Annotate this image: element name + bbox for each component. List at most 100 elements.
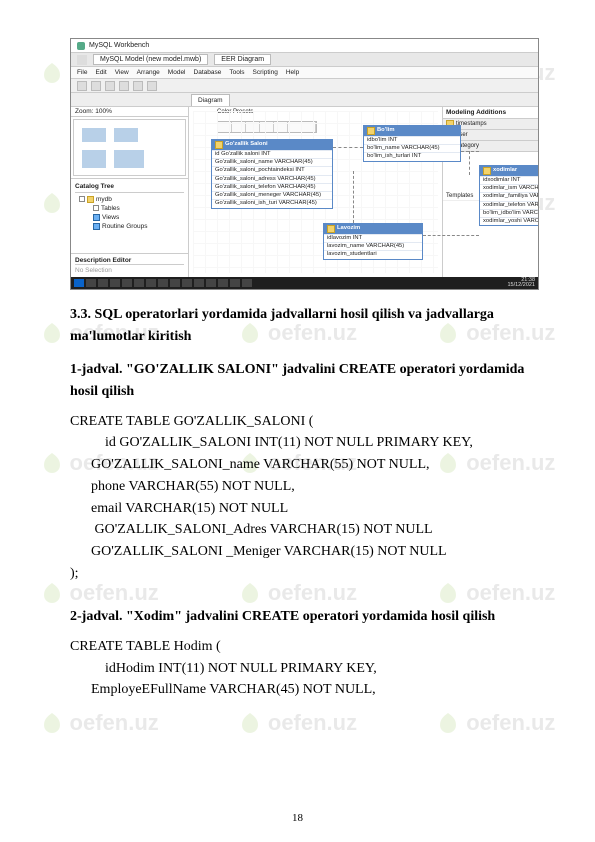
code-line: ); [70, 563, 539, 585]
code-line: GO'ZALLIK_SALONI _Meniger VARCHAR(15) NO… [70, 541, 539, 563]
erd-table-header: Bo'lim [364, 126, 460, 136]
menu-tools[interactable]: Tools [229, 69, 244, 76]
erd-col: Go'zallik_saloni_adress VARCHAR(45) [212, 175, 332, 183]
description-hint: No Selection [75, 265, 184, 274]
menu-bar: File Edit View Arrange Model Database To… [71, 67, 538, 79]
erd-col: lavozim_studentlari [324, 250, 422, 258]
erd-table-header: Go'zallik Saloni [212, 140, 332, 150]
code-line: email VARCHAR(15) NOT NULL [70, 498, 539, 520]
toolbar-button[interactable] [105, 81, 115, 91]
tab-bar: MySQL Model (new model.mwb) EER Diagram [71, 53, 538, 67]
taskbar-item[interactable] [218, 279, 228, 287]
tree-item-routines[interactable]: Routine Groups [75, 222, 184, 231]
erd-table-xodimlar[interactable]: xodimlar idxodimlar INT xodimlar_ism VAR… [479, 165, 539, 226]
erd-col: Go'zallik_saloni_name VARCHAR(45) [212, 158, 332, 166]
code-block-2: CREATE TABLE Hodim ( idHodim INT(11) NOT… [70, 636, 539, 701]
taskbar-item[interactable] [146, 279, 156, 287]
diagram-tab[interactable]: Diagram [191, 94, 230, 106]
designer-tabs: Diagram [71, 93, 538, 107]
code-line: EmployeEFullName VARCHAR(45) NOT NULL, [70, 679, 539, 701]
erd-col: lavozim_name VARCHAR(45) [324, 242, 422, 250]
menu-scripting[interactable]: Scripting [253, 69, 278, 76]
description-header: Description Editor [75, 257, 184, 265]
erd-col: bo'lim_name VARCHAR(45) [364, 144, 460, 152]
window-titlebar: MySQL Workbench [71, 39, 538, 53]
catalog-header: Catalog Tree [75, 182, 184, 193]
menu-help[interactable]: Help [286, 69, 299, 76]
erd-col: xodimlar_ism VARCHAR(45) [480, 184, 539, 192]
eer-tab[interactable]: EER Diagram [214, 54, 271, 65]
menu-view[interactable]: View [115, 69, 129, 76]
code-line: CREATE TABLE GO'ZALLIK_SALONI ( [70, 411, 539, 433]
code-line: CREATE TABLE Hodim ( [70, 636, 539, 658]
app-icon [77, 42, 85, 50]
erd-relationship-line [333, 147, 363, 148]
menu-arrange[interactable]: Arrange [137, 69, 160, 76]
jadval-2-heading: 2-jadval. "Xodim" jadvalini CREATE opera… [70, 606, 539, 628]
erd-col: xodimlar_familiya VARCHAR(45) [480, 192, 539, 200]
taskbar-item[interactable] [110, 279, 120, 287]
tree-item-views[interactable]: Views [75, 213, 184, 222]
code-line: phone VARCHAR(55) NOT NULL, [70, 476, 539, 498]
model-tab[interactable]: MySQL Model (new model.mwb) [93, 54, 208, 65]
erd-table-gozallik[interactable]: Go'zallik Saloni id Go'zallik saloni INT… [211, 139, 333, 209]
erd-col: idlavozim INT [324, 234, 422, 242]
jadval-1-heading: 1-jadval. "GO'ZALLIK SALONI" jadvalini C… [70, 359, 539, 402]
taskbar-item[interactable] [194, 279, 204, 287]
erd-table-lavozim[interactable]: Lavozim idlavozim INT lavozim_name VARCH… [323, 223, 423, 260]
tree-item-tables[interactable]: Tables [75, 204, 184, 213]
code-line: id GO'ZALLIK_SALONI INT(11) NOT NULL PRI… [70, 432, 539, 454]
toolbar-button[interactable] [133, 81, 143, 91]
taskbar-item[interactable] [170, 279, 180, 287]
home-icon[interactable] [77, 55, 87, 65]
right-panel-header: Modeling Additions [443, 107, 538, 119]
taskbar-item[interactable] [158, 279, 168, 287]
zoom-value[interactable]: 100% [95, 108, 112, 115]
toolbar [71, 79, 538, 93]
menu-file[interactable]: File [77, 69, 87, 76]
erd-col: Go'zallik_saloni_ish_turi VARCHAR(45) [212, 199, 332, 207]
taskbar-item[interactable] [134, 279, 144, 287]
tree-item-db[interactable]: mydb [75, 195, 184, 204]
zoom-label: Zoom: [75, 108, 93, 115]
erd-table-bolim[interactable]: Bo'lim idbo'lim INT bo'lim_name VARCHAR(… [363, 125, 461, 162]
code-block-1: CREATE TABLE GO'ZALLIK_SALONI ( id GO'ZA… [70, 411, 539, 585]
taskbar-item[interactable] [230, 279, 240, 287]
erd-col: Go'zallik_saloni_meneger VARCHAR(45) [212, 191, 332, 199]
birds-eye-view[interactable] [71, 117, 188, 179]
mysql-workbench-screenshot: MySQL Workbench MySQL Model (new model.m… [70, 38, 539, 290]
menu-edit[interactable]: Edit [95, 69, 106, 76]
start-button-icon[interactable] [74, 279, 84, 287]
erd-col: Go'zallik_saloni_telefon VARCHAR(45) [212, 183, 332, 191]
menu-database[interactable]: Database [194, 69, 222, 76]
taskbar-item[interactable] [98, 279, 108, 287]
taskbar-clock: 21:38 15/12/2021 [507, 278, 535, 289]
taskbar-item[interactable] [182, 279, 192, 287]
window-title: MySQL Workbench [89, 42, 149, 49]
erd-table-header: xodimlar [480, 166, 539, 176]
erd-col: Go'zallik_saloni_pochtaindeksi INT [212, 166, 332, 174]
section-heading: 3.3. SQL operatorlari yordamida jadvalla… [70, 304, 539, 347]
toolbar-button[interactable] [91, 81, 101, 91]
code-line: GO'ZALLIK_SALONI_Adres VARCHAR(15) NOT N… [70, 519, 539, 541]
taskbar-item[interactable] [86, 279, 96, 287]
catalog-tree: Catalog Tree mydb Tables Views Routine G… [71, 179, 188, 253]
taskbar-item[interactable] [122, 279, 132, 287]
toolbar-button[interactable] [119, 81, 129, 91]
erd-relationship-line [423, 235, 479, 236]
erd-relationship-line [353, 171, 354, 223]
erd-col: idxodimlar INT [480, 176, 539, 184]
toolbar-button[interactable] [147, 81, 157, 91]
taskbar-item[interactable] [206, 279, 216, 287]
taskbar-item[interactable] [242, 279, 252, 287]
erd-col: bo'lim_ish_turlari INT [364, 152, 460, 160]
toolbar-button[interactable] [77, 81, 87, 91]
windows-taskbar: 21:38 15/12/2021 [71, 277, 538, 289]
page-number: 18 [0, 812, 595, 824]
diagram-canvas[interactable]: Color Presets Go'zallik Saloni id Go'zal… [189, 107, 442, 277]
erd-col: bo'lim_idbo'lim VARCHAR(45) [480, 209, 539, 217]
menu-model[interactable]: Model [168, 69, 186, 76]
code-line: idHodim INT(11) NOT NULL PRIMARY KEY, [70, 658, 539, 680]
document-body: 3.3. SQL operatorlari yordamida jadvalla… [70, 304, 539, 701]
birds-eye-thumb [73, 119, 186, 176]
